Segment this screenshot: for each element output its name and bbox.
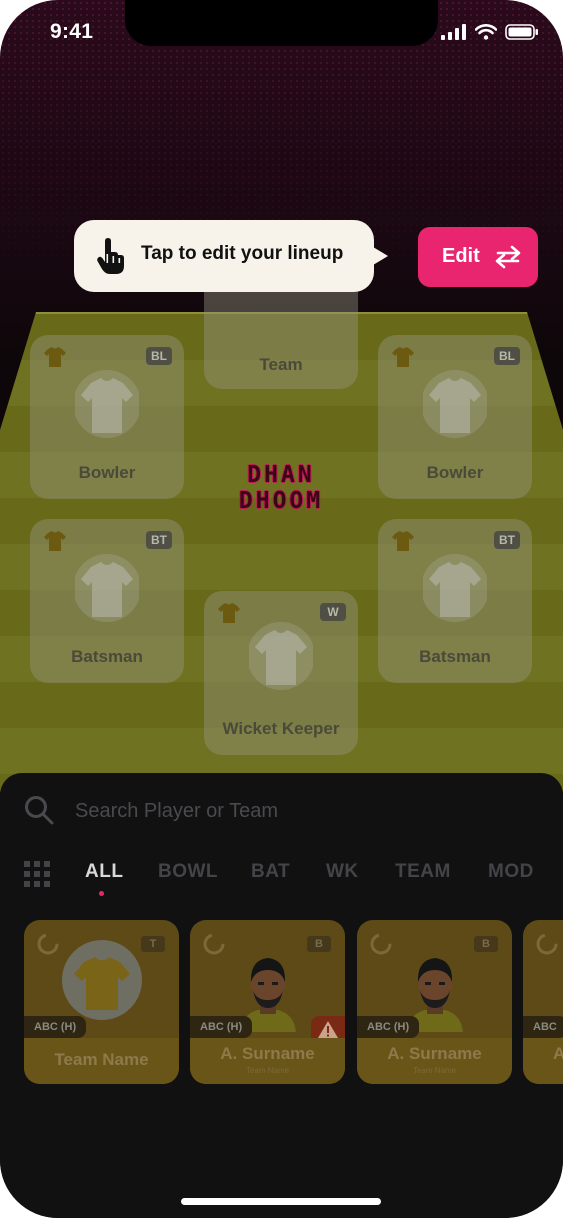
player-name: Team Name bbox=[54, 1050, 149, 1069]
player-team-name: Team Name bbox=[412, 1066, 457, 1075]
tap-hand-icon bbox=[97, 238, 124, 274]
bowler-slot-left[interactable]: BL Bowler bbox=[30, 335, 184, 499]
player-team-name: Team Name bbox=[245, 1066, 290, 1075]
bowler-right-label: Bowler bbox=[426, 463, 484, 482]
tab-mod[interactable]: MOD bbox=[488, 861, 534, 883]
team-jersey-icon bbox=[62, 940, 142, 1020]
tab-team[interactable]: TEAM bbox=[395, 861, 451, 883]
batsman-slot-left[interactable]: BT Batsman bbox=[30, 519, 184, 683]
jersey-icon bbox=[423, 554, 487, 622]
batsman-slot-right[interactable]: BT Batsman bbox=[378, 519, 532, 683]
captain-ring-icon bbox=[370, 933, 392, 955]
wicket-keeper-slot[interactable]: W Wicket Keeper bbox=[204, 591, 358, 755]
batsman-left-label: Batsman bbox=[71, 647, 143, 666]
captain-ring-icon bbox=[203, 933, 225, 955]
tab-bowl[interactable]: BOWL bbox=[158, 861, 218, 883]
jersey-icon bbox=[75, 370, 139, 438]
bowler-slot-right[interactable]: BL Bowler bbox=[378, 335, 532, 499]
lineup-tooltip: Tap to edit your lineup bbox=[74, 220, 388, 292]
tooltip-text: Tap to edit your lineup bbox=[141, 243, 344, 264]
role-tag: T bbox=[141, 936, 165, 952]
captain-cap-icon bbox=[44, 347, 66, 367]
logo-line-2: DHOOM bbox=[238, 488, 324, 514]
phone-screen: 9:41 Team BL Bowler BL Bowler DHAN DHOOM… bbox=[0, 0, 563, 1218]
captain-ring-icon bbox=[536, 933, 558, 955]
grid-view-icon[interactable] bbox=[24, 861, 50, 887]
team-chip: ABC (H) bbox=[24, 1016, 87, 1038]
player-name: A. Surname bbox=[387, 1044, 482, 1063]
status-time: 9:41 bbox=[50, 20, 94, 43]
active-tab-indicator bbox=[99, 891, 104, 896]
home-indicator[interactable] bbox=[181, 1198, 381, 1205]
player-card[interactable]: T ABC (H) Team Name bbox=[24, 920, 179, 1084]
logo-line-1: DHAN bbox=[247, 462, 315, 488]
tab-wk[interactable]: WK bbox=[326, 861, 359, 883]
role-tag: B bbox=[307, 936, 331, 952]
batsman-right-label: Batsman bbox=[419, 647, 491, 666]
player-card[interactable]: B ABC (H) A. Surname Team Name bbox=[357, 920, 512, 1084]
role-badge: BT bbox=[146, 531, 172, 549]
player-card[interactable]: ABC A bbox=[523, 920, 563, 1084]
player-name: A. Surname bbox=[220, 1044, 315, 1063]
role-badge: BL bbox=[494, 347, 520, 365]
player-card[interactable]: B ABC (H) A. Surname Team Name bbox=[190, 920, 345, 1084]
role-badge: BL bbox=[146, 347, 172, 365]
dhan-dhoom-logo: DHAN DHOOM bbox=[214, 462, 348, 516]
role-badge: BT bbox=[494, 531, 520, 549]
tab-bat[interactable]: BAT bbox=[251, 861, 290, 883]
wicket-keeper-label: Wicket Keeper bbox=[222, 719, 340, 738]
bowler-left-label: Bowler bbox=[78, 463, 136, 482]
edit-lineup-button[interactable]: Edit bbox=[418, 227, 538, 287]
status-icons bbox=[441, 24, 539, 40]
team-chip: ABC (H) bbox=[190, 1016, 253, 1038]
jersey-icon bbox=[249, 622, 313, 690]
status-bar: 9:41 bbox=[0, 0, 563, 60]
captain-cap-icon bbox=[218, 603, 240, 623]
swap-arrows-icon bbox=[495, 245, 521, 269]
jersey-icon bbox=[75, 554, 139, 622]
battery-icon bbox=[505, 24, 538, 40]
edit-button-label: Edit bbox=[442, 245, 480, 267]
team-slot-label: Team bbox=[259, 355, 303, 374]
search-input[interactable] bbox=[75, 795, 495, 827]
role-tag: B bbox=[474, 936, 498, 952]
captain-cap-icon bbox=[392, 531, 414, 551]
signal-icon bbox=[441, 24, 466, 40]
search-icon[interactable] bbox=[24, 795, 54, 825]
jersey-icon bbox=[423, 370, 487, 438]
captain-ring-icon bbox=[37, 933, 59, 955]
role-badge: W bbox=[320, 603, 346, 621]
player-selection-sheet: ALL BOWL BAT WK TEAM MOD T ABC (H) Team … bbox=[0, 773, 563, 1218]
team-chip: ABC bbox=[523, 1016, 563, 1038]
captain-cap-icon bbox=[44, 531, 66, 551]
team-chip: ABC (H) bbox=[357, 1016, 420, 1038]
captain-cap-icon bbox=[392, 347, 414, 367]
notch bbox=[125, 0, 438, 46]
tab-all[interactable]: ALL bbox=[85, 861, 123, 883]
wifi-icon bbox=[475, 24, 497, 40]
filter-tabs: ALL BOWL BAT WK TEAM MOD bbox=[0, 859, 563, 899]
player-name: A bbox=[553, 1044, 563, 1063]
